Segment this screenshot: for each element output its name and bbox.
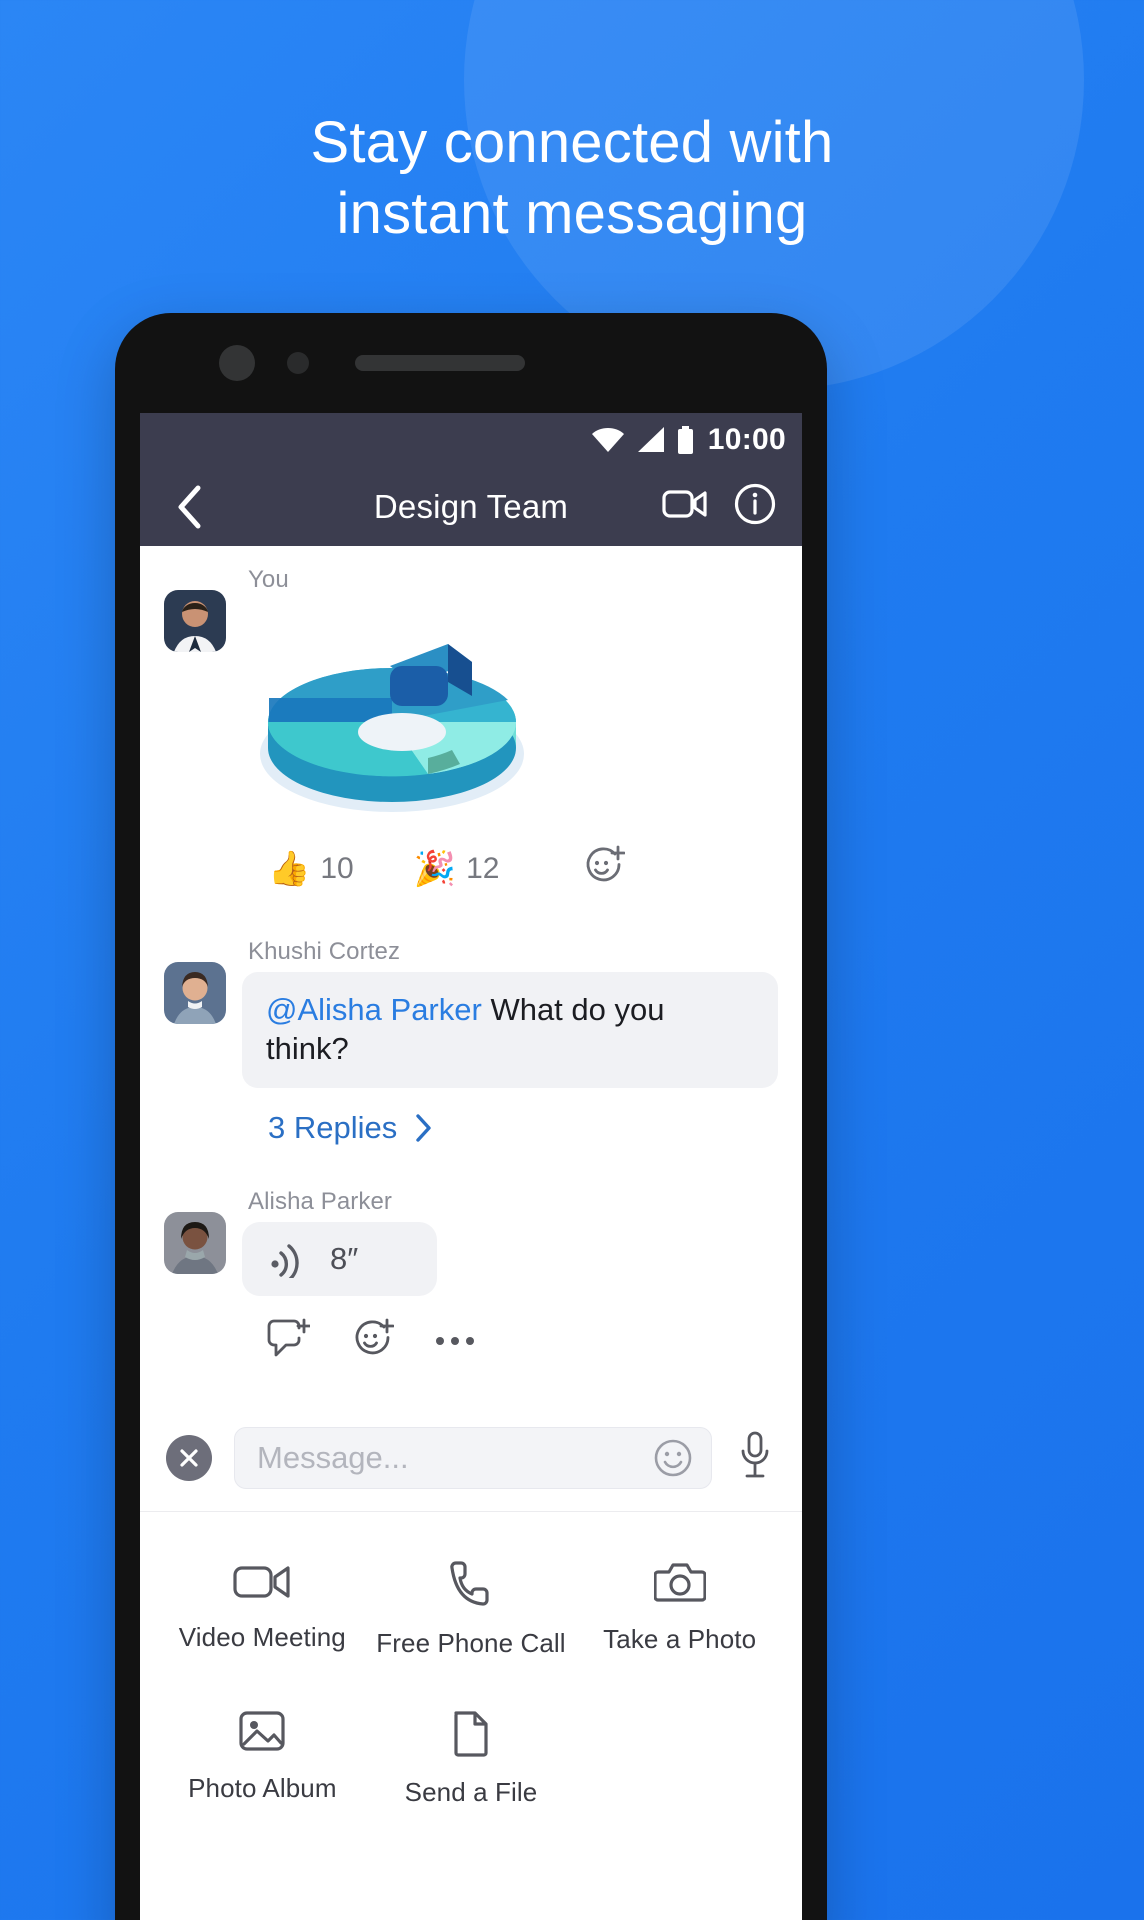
reaction-count: 12 <box>466 851 500 885</box>
voice-duration: 8″ <box>330 1240 359 1276</box>
message-sender-name: Khushi Cortez <box>248 938 401 965</box>
action-free-phone-call[interactable]: Free Phone Call <box>367 1546 576 1695</box>
app-bar: Design Team <box>140 467 802 546</box>
video-camera-icon <box>233 1565 290 1598</box>
message-input[interactable]: Message... <box>234 1426 712 1489</box>
emoji-smiley-icon[interactable] <box>653 1438 693 1478</box>
camera-icon <box>653 1562 706 1602</box>
add-reaction-icon <box>587 845 626 882</box>
wifi-icon <box>591 428 624 452</box>
reply-button[interactable] <box>266 1318 312 1365</box>
phone-screen: 10:00 Design Team You 👍 10 🎉 12 Khushi C… <box>140 413 802 1920</box>
more-options-icon <box>436 1337 444 1345</box>
add-reaction-button[interactable] <box>581 845 626 892</box>
action-label: Free Phone Call <box>376 1627 566 1658</box>
avatar-alisha-image <box>164 1211 226 1274</box>
message-bubble[interactable]: @Alisha Parker What do you think? <box>242 972 778 1088</box>
add-reaction-icon <box>355 1318 395 1354</box>
video-call-button[interactable] <box>662 487 708 526</box>
file-icon <box>454 1710 488 1757</box>
avatar[interactable] <box>164 962 226 1024</box>
chat-thread[interactable]: You 👍 10 🎉 12 Khushi Cortez @Alisha Park… <box>140 546 802 1920</box>
info-circle-icon <box>734 483 776 525</box>
chart-attachment[interactable] <box>242 600 542 829</box>
voice-record-button[interactable] <box>734 1431 776 1484</box>
reaction-thumbs-up[interactable]: 👍 10 <box>268 852 354 886</box>
avatar[interactable] <box>164 590 226 652</box>
action-photo-album[interactable]: Photo Album <box>158 1695 367 1844</box>
phone-bezel-top <box>115 313 827 413</box>
avatar[interactable] <box>164 1211 226 1274</box>
promo-headline: Stay connected with instant messaging <box>310 110 834 246</box>
message-item[interactable]: Alisha Parker 8″ <box>140 1186 802 1365</box>
status-bar: 10:00 <box>140 413 802 467</box>
attachment-action-grid[interactable]: Video Meeting Free Phone Call Take a Pho… <box>140 1512 802 1844</box>
action-take-a-photo[interactable]: Take a Photo <box>575 1546 784 1695</box>
thread-replies-link[interactable]: 3 Replies <box>268 1110 778 1146</box>
action-send-a-file[interactable]: Send a File <box>367 1695 576 1844</box>
action-label: Photo Album <box>188 1772 337 1803</box>
message-item[interactable]: You 👍 10 🎉 12 <box>140 564 802 892</box>
front-camera-icon <box>219 345 255 381</box>
party-popper-emoji: 🎉 <box>413 849 457 888</box>
replies-label: 3 Replies <box>268 1109 398 1145</box>
voice-message-bubble[interactable]: 8″ <box>242 1221 437 1296</box>
reaction-count: 10 <box>320 851 354 885</box>
phone-mockup: 10:00 Design Team You 👍 10 🎉 12 Khushi C… <box>115 313 827 1920</box>
microphone-icon <box>741 1431 769 1478</box>
cellular-signal-icon <box>637 427 664 452</box>
message-sender-name: You <box>248 566 289 593</box>
chevron-left-icon <box>178 485 201 528</box>
more-options-icon <box>466 1337 474 1345</box>
action-label: Send a File <box>404 1776 538 1807</box>
message-item[interactable]: Khushi Cortez @Alisha Parker What do you… <box>140 936 802 1146</box>
add-reaction-button[interactable] <box>350 1318 395 1365</box>
more-options-icon <box>451 1337 459 1345</box>
proximity-sensor-icon <box>287 352 309 374</box>
earpiece-speaker <box>355 355 525 371</box>
back-button[interactable] <box>166 484 212 530</box>
message-reactions[interactable]: 👍 10 🎉 12 <box>268 845 778 892</box>
donut-chart-image <box>260 644 524 812</box>
reaction-party-popper[interactable]: 🎉 12 <box>414 852 500 886</box>
message-action-bar[interactable] <box>266 1318 778 1365</box>
battery-icon <box>677 426 693 454</box>
message-composer[interactable]: Message... <box>140 1401 802 1511</box>
close-circle-icon <box>180 1448 198 1467</box>
avatar-you-image <box>164 590 226 652</box>
chevron-right-icon <box>416 1113 431 1142</box>
photo-album-icon <box>239 1710 285 1751</box>
action-label: Video Meeting <box>178 1621 346 1652</box>
sound-wave-icon <box>271 1243 299 1278</box>
message-input-placeholder: Message... <box>257 1439 409 1475</box>
mention-link[interactable]: @Alisha Parker <box>266 992 482 1027</box>
thumbs-up-emoji: 👍 <box>268 849 311 888</box>
video-camera-icon <box>662 490 707 518</box>
message-sender-name: Alisha Parker <box>248 1187 393 1215</box>
action-video-meeting[interactable]: Video Meeting <box>158 1546 367 1695</box>
close-composer-button[interactable] <box>166 1434 212 1481</box>
phone-icon <box>450 1560 489 1606</box>
action-label: Take a Photo <box>603 1623 757 1654</box>
reply-icon <box>267 1318 312 1356</box>
status-bar-time: 10:00 <box>707 423 786 456</box>
chat-info-button[interactable] <box>734 483 776 530</box>
avatar-khushi-image <box>164 962 226 1024</box>
more-options-button[interactable] <box>434 1331 476 1351</box>
